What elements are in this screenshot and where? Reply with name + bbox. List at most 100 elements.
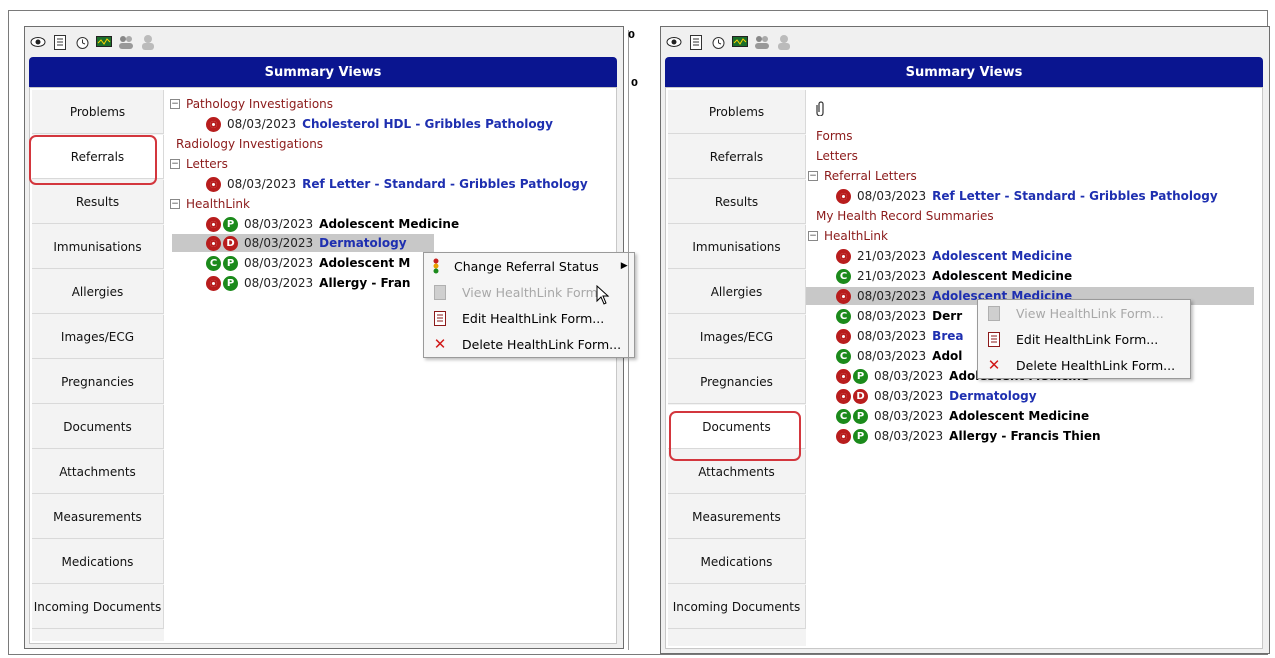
collapse-icon[interactable]: − [808, 231, 818, 241]
collapse-icon[interactable]: − [170, 159, 180, 169]
person-icon[interactable] [775, 33, 793, 51]
category-label: Pathology Investigations [186, 97, 334, 111]
menu-item-edit-healthlink-form[interactable]: Edit HealthLink Form... [978, 326, 1190, 352]
users-icon[interactable] [753, 33, 771, 51]
item-date: 08/03/2023 [874, 369, 944, 383]
item-date: 08/03/2023 [857, 189, 927, 203]
item-date: 08/03/2023 [244, 256, 314, 270]
item-title[interactable]: Dermatology [949, 389, 1036, 403]
document-icon[interactable] [687, 33, 705, 51]
tree-item-healthlink[interactable]: C P 08/03/2023 Adolescent M [206, 253, 410, 273]
item-date: 08/03/2023 [874, 409, 944, 423]
item-title[interactable]: Allergy - Fran [319, 276, 410, 290]
tree-item-healthlink[interactable]: D 08/03/2023 Dermatology [836, 386, 1037, 406]
eye-icon[interactable] [29, 33, 47, 51]
sidebar-item-pregnancies[interactable]: Pregnancies [668, 360, 806, 404]
tree-item-referral-letter[interactable]: 08/03/2023 Ref Letter - Standard - Gribb… [836, 186, 1218, 206]
alarm-icon[interactable] [709, 33, 727, 51]
menu-item-delete-healthlink-form[interactable]: ✕ Delete HealthLink Form... [424, 331, 634, 357]
tree-item-healthlink[interactable]: 08/03/2023 Brea [836, 326, 963, 346]
menu-item-view-healthlink-form[interactable]: View HealthLink Form... [978, 300, 1190, 326]
item-title[interactable]: Dermatology [319, 236, 406, 250]
sidebar-item-measurements[interactable]: Measurements [32, 495, 164, 539]
tree-category-healthlink[interactable]: − HealthLink [808, 226, 888, 246]
item-title[interactable]: Ref Letter - Standard - Gribbles Patholo… [932, 189, 1217, 203]
panel-divider: 0 0 [628, 30, 638, 650]
menu-item-change-referral-status[interactable]: Change Referral Status ▶ [424, 253, 634, 279]
users-icon[interactable] [117, 33, 135, 51]
sidebar-item-medications[interactable]: Medications [668, 540, 806, 584]
tree-category-pathology[interactable]: − Pathology Investigations [170, 94, 333, 114]
tree-category-letters[interactable]: − Letters [170, 154, 228, 174]
item-title[interactable]: Adolescent Medicine [932, 249, 1072, 263]
item-title[interactable]: Adolescent Medicine [932, 269, 1072, 283]
tree-item-healthlink[interactable]: C 08/03/2023 Adol [836, 346, 962, 366]
collapse-icon[interactable]: − [170, 99, 180, 109]
paperclip-icon[interactable] [816, 98, 826, 118]
menu-item-edit-healthlink-form[interactable]: Edit HealthLink Form... [424, 305, 634, 331]
item-title[interactable]: Adolescent M [319, 256, 410, 270]
alarm-icon[interactable] [73, 33, 91, 51]
sidebar-item-pregnancies[interactable]: Pregnancies [32, 360, 164, 404]
delete-x-icon: ✕ [433, 335, 447, 353]
item-title[interactable]: Brea [932, 329, 963, 343]
sidebar-item-allergies[interactable]: Allergies [32, 270, 164, 314]
tree-item-healthlink[interactable]: P 08/03/2023 Allergy - Fran [206, 273, 410, 293]
monitor-icon[interactable] [731, 33, 749, 51]
mouse-cursor-icon [596, 285, 610, 305]
open-status-icon [206, 176, 221, 192]
item-title[interactable]: Allergy - Francis Thien [949, 429, 1100, 443]
tree-item-healthlink[interactable]: C P 08/03/2023 Adolescent Medicine [836, 406, 1089, 426]
sidebar-item-images-ecg[interactable]: Images/ECG [668, 315, 806, 359]
sidebar-item-referrals[interactable]: Referrals [668, 135, 806, 179]
menu-item-delete-healthlink-form[interactable]: ✕ Delete HealthLink Form... [978, 352, 1190, 378]
collapse-icon[interactable]: − [170, 199, 180, 209]
monitor-icon[interactable] [95, 33, 113, 51]
sidebar-item-allergies[interactable]: Allergies [668, 270, 806, 314]
sidebar-item-measurements[interactable]: Measurements [668, 495, 806, 539]
collapse-icon[interactable]: − [808, 171, 818, 181]
tree-category-healthlink[interactable]: − HealthLink [170, 194, 250, 214]
summary-views-title: Summary Views [29, 57, 617, 87]
tree-item-pathology[interactable]: 08/03/2023 Cholesterol HDL - Gribbles Pa… [206, 114, 553, 134]
eye-icon[interactable] [665, 33, 683, 51]
sidebar-item-results[interactable]: Results [668, 180, 806, 224]
sidebar-item-problems[interactable]: Problems [32, 90, 164, 134]
category-label: HealthLink [186, 197, 250, 211]
tree-category-radiology[interactable]: Radiology Investigations [176, 134, 323, 154]
tree-category-letters[interactable]: Letters [816, 146, 858, 166]
item-title[interactable]: Adol [932, 349, 962, 363]
sidebar-item-medications[interactable]: Medications [32, 540, 164, 584]
sidebar-item-immunisations[interactable]: Immunisations [668, 225, 806, 269]
tree-item-healthlink[interactable]: C 21/03/2023 Adolescent Medicine [836, 266, 1072, 286]
tree-item-healthlink[interactable]: C 08/03/2023 Derr [836, 306, 962, 326]
person-icon[interactable] [139, 33, 157, 51]
tree-item-healthlink[interactable]: P 08/03/2023 Adolescent Medicine [206, 214, 459, 234]
tree-category-my-health-record[interactable]: My Health Record Summaries [816, 206, 994, 226]
sidebar-item-problems[interactable]: Problems [668, 90, 806, 134]
item-title[interactable]: Derr [932, 309, 962, 323]
sidebar-item-documents[interactable]: Documents [32, 405, 164, 449]
tree-item-letter[interactable]: 08/03/2023 Ref Letter - Standard - Gribb… [206, 174, 588, 194]
item-title[interactable]: Cholesterol HDL - Gribbles Pathology [302, 117, 553, 131]
tree-category-forms[interactable]: Forms [816, 126, 852, 146]
open-status-icon [206, 116, 221, 132]
document-icon [432, 284, 448, 300]
sidebar-item-results[interactable]: Results [32, 180, 164, 224]
sidebar-item-incoming-documents[interactable]: Incoming Documents [32, 585, 164, 629]
document-icon[interactable] [51, 33, 69, 51]
sidebar-item-incoming-documents[interactable]: Incoming Documents [668, 585, 806, 629]
sidebar-item-immunisations[interactable]: Immunisations [32, 225, 164, 269]
sidebar-item-attachments[interactable]: Attachments [32, 450, 164, 494]
tree-category-referral-letters[interactable]: − Referral Letters [808, 166, 917, 186]
item-date: 21/03/2023 [857, 249, 927, 263]
tree-item-healthlink[interactable]: P 08/03/2023 Allergy - Francis Thien [836, 426, 1101, 446]
tree-item-healthlink[interactable]: 21/03/2023 Adolescent Medicine [836, 246, 1072, 266]
sidebar-item-images-ecg[interactable]: Images/ECG [32, 315, 164, 359]
item-title[interactable]: Adolescent Medicine [319, 217, 459, 231]
document-icon [986, 305, 1002, 321]
item-title[interactable]: Adolescent Medicine [949, 409, 1089, 423]
open-status-icon [836, 328, 851, 344]
item-title[interactable]: Ref Letter - Standard - Gribbles Patholo… [302, 177, 587, 191]
tree-item-healthlink-selected[interactable]: D 08/03/2023 Dermatology [206, 233, 407, 253]
